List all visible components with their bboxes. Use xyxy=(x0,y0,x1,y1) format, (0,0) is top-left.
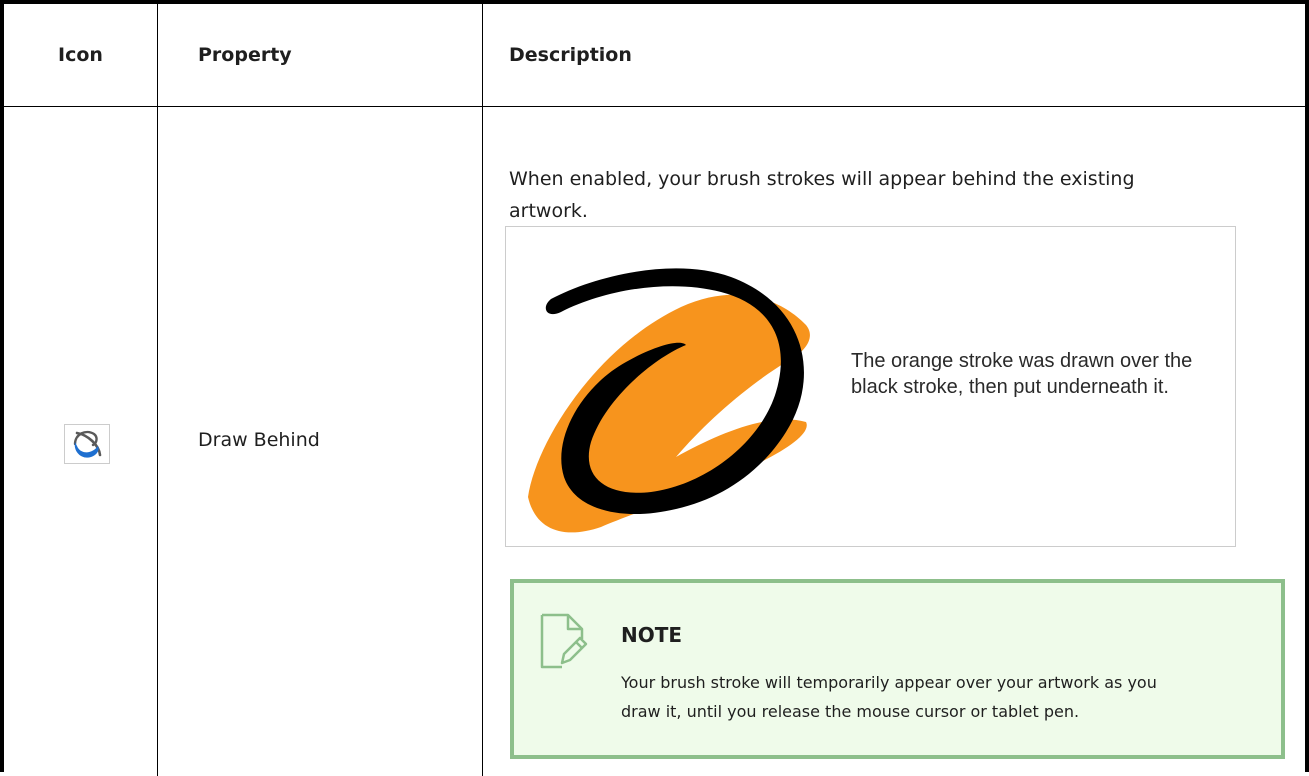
note-pencil-icon xyxy=(540,613,588,669)
draw-behind-glyph xyxy=(73,430,102,458)
table-header-row: Icon Property Description xyxy=(4,4,1305,107)
note-callout: NOTE Your brush stroke will temporarily … xyxy=(510,579,1285,759)
header-description: Description xyxy=(509,44,632,66)
column-divider xyxy=(482,107,483,776)
draw-behind-icon xyxy=(64,424,110,464)
description-text: When enabled, your brush strokes will ap… xyxy=(509,168,1135,222)
note-title: NOTE xyxy=(621,623,683,647)
header-property: Property xyxy=(198,44,292,66)
note-text: Your brush stroke will temporarily appea… xyxy=(621,673,1157,721)
property-table: Icon Property Description Draw Behind Wh… xyxy=(0,0,1309,776)
column-divider xyxy=(157,107,158,776)
illustration-caption: The orange stroke was drawn over the bla… xyxy=(851,350,1193,398)
property-name: Draw Behind xyxy=(198,429,320,451)
draw-behind-illustration: The orange stroke was drawn over the bla… xyxy=(505,226,1236,547)
table-row: Draw Behind When enabled, your brush str… xyxy=(4,107,1305,776)
header-icon: Icon xyxy=(58,44,103,66)
column-divider xyxy=(157,4,158,106)
column-divider xyxy=(482,4,483,106)
